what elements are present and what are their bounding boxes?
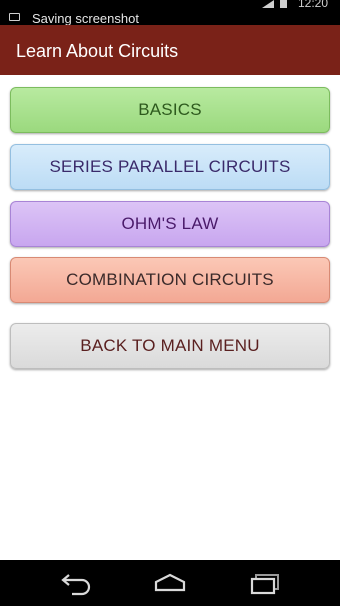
notification-text: Saving screenshot: [32, 11, 139, 25]
combination-circuits-button[interactable]: COMBINATION CIRCUITS: [10, 257, 330, 303]
navigation-bar: [0, 560, 340, 606]
action-bar: Learn About Circuits: [0, 25, 340, 75]
back-icon[interactable]: [58, 570, 94, 596]
back-to-main-menu-button[interactable]: BACK TO MAIN MENU: [10, 323, 330, 369]
status-bar: Saving screenshot 12:20: [0, 0, 340, 25]
screenshot-notification-icon: [9, 13, 20, 21]
basics-button[interactable]: BASICS: [10, 87, 330, 133]
series-parallel-circuits-button[interactable]: SERIES PARALLEL CIRCUITS: [10, 144, 330, 190]
page-title: Learn About Circuits: [16, 41, 179, 61]
signal-icon: [262, 0, 274, 8]
ohms-law-button[interactable]: OHM'S LAW: [10, 201, 330, 247]
recent-apps-icon[interactable]: [248, 570, 284, 596]
status-clock: 12:20: [298, 0, 329, 10]
home-icon[interactable]: [152, 570, 188, 596]
battery-icon: [280, 0, 287, 8]
